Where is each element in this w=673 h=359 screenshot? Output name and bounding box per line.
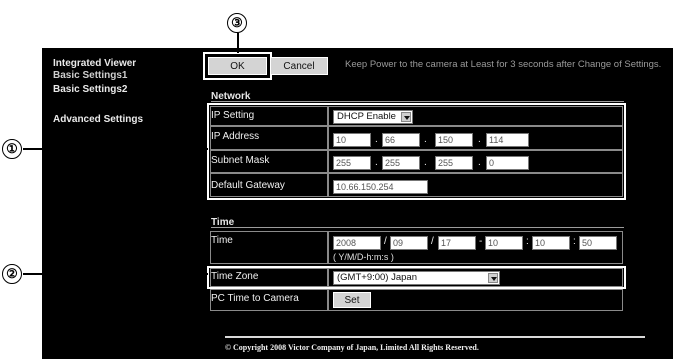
callout-1-leader (23, 148, 208, 150)
cell (328, 150, 623, 173)
colon-separator: : (573, 236, 576, 247)
date-day-input[interactable]: 17 (438, 236, 476, 250)
dot-separator: . (375, 157, 378, 168)
dot-separator: . (424, 134, 427, 145)
callout-1: ① (2, 139, 22, 159)
dash-separator: - (479, 236, 483, 247)
ok-highlight (203, 52, 272, 80)
slash-separator: / (384, 236, 387, 247)
colon-separator: : (526, 236, 529, 247)
pc-time-to-camera-label: PC Time to Camera (211, 293, 299, 304)
dot-separator: . (478, 157, 481, 168)
ip-address-octet-1[interactable]: 10 (333, 133, 371, 147)
subnet-mask-octet-1[interactable]: 255 (333, 156, 371, 170)
time-second-input[interactable]: 50 (579, 236, 617, 250)
subnet-mask-octet-2[interactable]: 255 (382, 156, 420, 170)
ip-setting-label: IP Setting (211, 110, 255, 121)
main-panel (183, 48, 673, 359)
settings-notice: Keep Power to the camera at Least for 3 … (345, 59, 662, 70)
time-format-hint: ( Y/M/D-h:m:s ) (333, 252, 394, 262)
sidebar: Integrated Viewer Basic Settings1 Basic … (42, 48, 183, 359)
ip-address-label: IP Address (211, 131, 260, 142)
sidebar-item-basic-settings2[interactable]: Basic Settings2 (53, 84, 127, 95)
subnet-mask-label: Subnet Mask (211, 155, 270, 166)
time-zone-value: (GMT+9:00) Japan (337, 272, 417, 283)
set-button[interactable]: Set (333, 292, 371, 308)
ip-address-octet-3[interactable]: 150 (435, 133, 473, 147)
sidebar-item-advanced-settings[interactable]: Advanced Settings (53, 114, 143, 125)
default-gateway-label: Default Gateway (211, 180, 285, 191)
divider (211, 101, 624, 102)
date-year-input[interactable]: 2008 (333, 236, 381, 250)
cancel-button[interactable]: Cancel (270, 57, 328, 75)
time-label: Time (211, 235, 233, 246)
time-minute-input[interactable]: 10 (532, 236, 570, 250)
time-zone-select[interactable]: (GMT+9:00) Japan (333, 271, 500, 285)
ip-setting-value: DHCP Enable (337, 111, 396, 122)
subnet-mask-octet-4[interactable]: 0 (486, 156, 529, 170)
sidebar-item-basic-settings1[interactable]: Basic Settings1 (53, 70, 127, 81)
ip-address-octet-2[interactable]: 66 (382, 133, 420, 147)
divider (211, 227, 624, 228)
callout-3: ③ (227, 13, 247, 33)
dot-separator: . (478, 134, 481, 145)
dot-separator: . (424, 157, 427, 168)
date-month-input[interactable]: 09 (390, 236, 428, 250)
callout-3-leader (237, 33, 239, 53)
ip-setting-select[interactable]: DHCP Enable (333, 110, 413, 124)
time-hour-input[interactable]: 10 (485, 236, 523, 250)
chevron-down-icon (488, 273, 498, 283)
callout-2: ② (2, 264, 22, 284)
sidebar-item-integrated-viewer[interactable]: Integrated Viewer (53, 58, 136, 69)
ip-address-octet-4[interactable]: 114 (486, 133, 529, 147)
cell (328, 289, 623, 311)
callout-2-leader (23, 273, 208, 275)
dot-separator: . (375, 134, 378, 145)
copyright-text: © Copyright 2008 Victor Company of Japan… (225, 343, 479, 352)
chevron-down-icon (401, 112, 411, 122)
default-gateway-input[interactable]: 10.66.150.254 (333, 180, 428, 194)
slash-separator: / (431, 236, 434, 247)
time-zone-label: Time Zone (211, 271, 259, 282)
cell (328, 126, 623, 150)
subnet-mask-octet-3[interactable]: 255 (435, 156, 473, 170)
footer-divider (225, 336, 645, 338)
